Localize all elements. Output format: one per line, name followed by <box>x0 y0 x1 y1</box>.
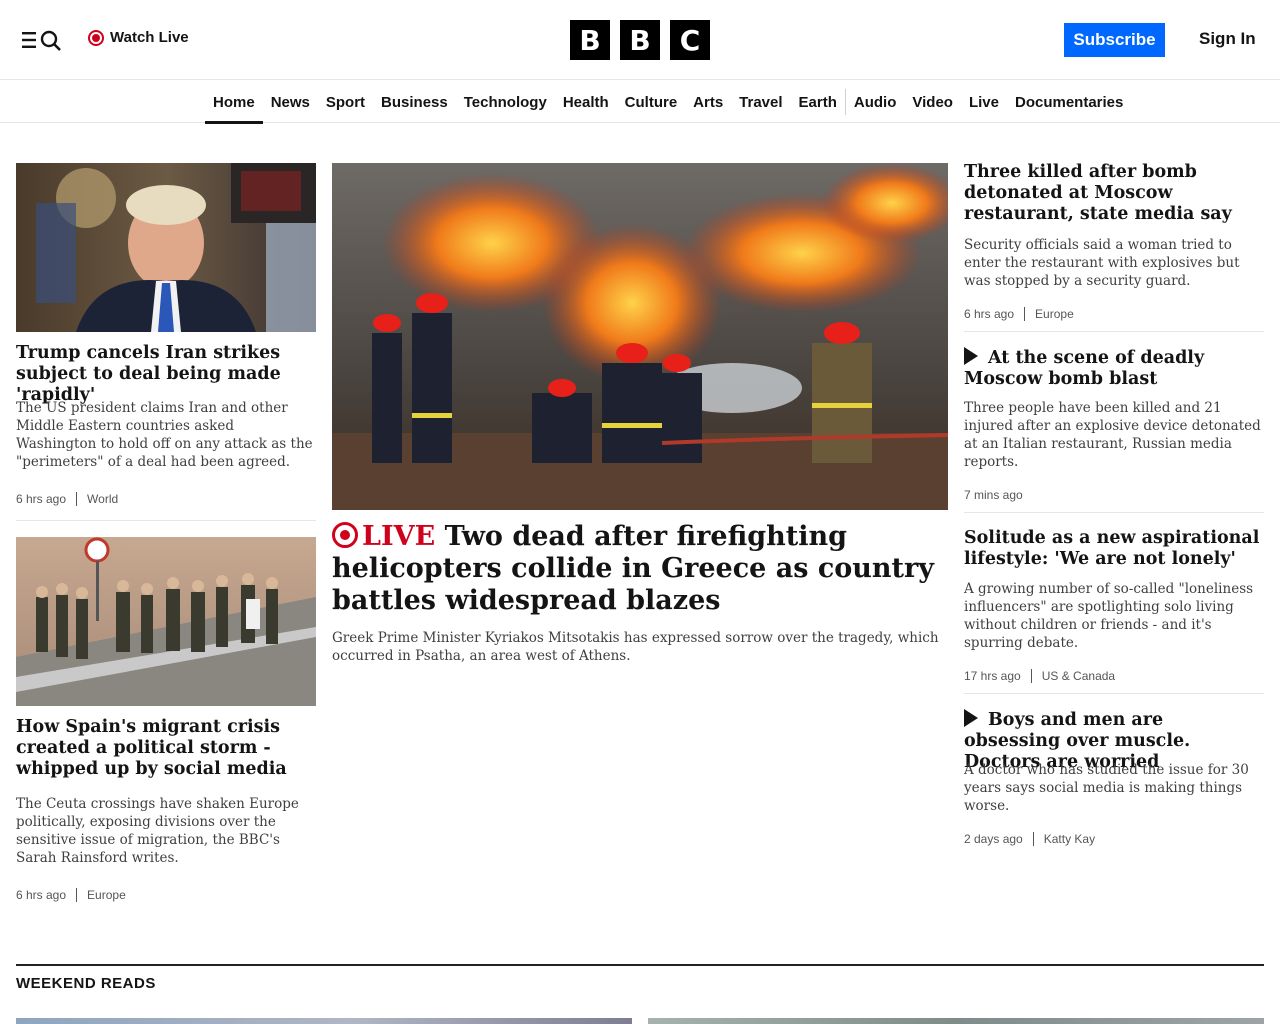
divider <box>964 693 1264 694</box>
story-time: 7 mins ago <box>964 488 1023 502</box>
menu-search-button[interactable] <box>22 28 64 52</box>
nav-item-live[interactable]: Live <box>961 81 1007 123</box>
story-meta: 2 days ago Katty Kay <box>964 832 1095 846</box>
nav-item-video[interactable]: Video <box>904 81 961 123</box>
nav-item-news[interactable]: News <box>263 81 318 123</box>
story-image-migrants[interactable] <box>16 537 316 706</box>
story-meta: 6 hrs ago Europe <box>16 888 126 902</box>
weekend-story-image[interactable] <box>648 1018 1264 1024</box>
watch-live-label: Watch Live <box>110 29 189 46</box>
story-meta: 6 hrs ago Europe <box>964 307 1074 321</box>
weekend-story-image[interactable] <box>16 1018 632 1024</box>
story-headline-text: At the scene of deadly Moscow bomb blast <box>964 348 1205 389</box>
logo-letter: C <box>670 20 710 60</box>
story-meta: 17 hrs ago US & Canada <box>964 669 1115 683</box>
story-section[interactable]: Europe <box>87 888 126 902</box>
divider <box>964 512 1264 513</box>
nav-list: Home News Sport Business Technology Heal… <box>205 81 1131 124</box>
story-summary: A doctor who has studied the issue for 3… <box>964 762 1249 814</box>
live-icon <box>88 29 104 46</box>
nav-item-culture[interactable]: Culture <box>617 81 686 123</box>
story-section[interactable]: Europe <box>1035 307 1074 321</box>
nav-item-technology[interactable]: Technology <box>456 81 555 123</box>
story-image-trump[interactable] <box>16 163 316 332</box>
story-summary: The US president claims Iran and other M… <box>16 400 313 470</box>
story-summary: The Ceuta crossings have shaken Europe p… <box>16 796 299 866</box>
bbc-logo[interactable]: B B C <box>570 20 710 60</box>
nav-item-documentaries[interactable]: Documentaries <box>1007 81 1131 123</box>
live-icon <box>332 522 358 548</box>
story-section[interactable]: World <box>87 492 118 506</box>
story-time: 17 hrs ago <box>964 669 1021 683</box>
story-summary: A growing number of so-called "lonelines… <box>964 581 1254 651</box>
section-title-weekend-reads[interactable]: WEEKEND READS <box>16 975 156 992</box>
main-story-headline[interactable]: LIVE Two dead after firefighting helicop… <box>332 521 948 617</box>
story-time: 6 hrs ago <box>16 888 67 902</box>
story-time: 6 hrs ago <box>16 492 67 506</box>
divider <box>16 520 316 521</box>
top-header: Watch Live B B C Subscribe Sign In <box>0 0 1280 80</box>
logo-letter: B <box>570 20 610 60</box>
sign-in-link[interactable]: Sign In <box>1199 29 1256 49</box>
nav-item-home[interactable]: Home <box>205 81 263 124</box>
live-label: LIVE <box>362 521 436 552</box>
nav-item-sport[interactable]: Sport <box>318 81 373 123</box>
main-story-summary: Greek Prime Minister Kyriakos Mitsotakis… <box>332 630 939 664</box>
logo-letter: B <box>620 20 660 60</box>
story-time: 6 hrs ago <box>964 307 1015 321</box>
main-story-image-wildfire[interactable] <box>332 163 948 510</box>
story-headline-video[interactable]: At the scene of deadly Moscow bomb blast <box>964 347 1264 390</box>
play-icon <box>964 709 978 727</box>
nav-item-business[interactable]: Business <box>373 81 456 123</box>
nav-item-audio[interactable]: Audio <box>846 81 905 123</box>
divider <box>964 331 1264 332</box>
play-icon <box>964 347 978 365</box>
story-time: 2 days ago <box>964 832 1023 846</box>
subscribe-button[interactable]: Subscribe <box>1064 23 1165 57</box>
nav-item-travel[interactable]: Travel <box>731 81 790 123</box>
section-rule <box>16 964 1264 966</box>
nav-item-earth[interactable]: Earth <box>791 81 845 123</box>
story-section[interactable]: US & Canada <box>1042 669 1115 683</box>
nav-item-arts[interactable]: Arts <box>685 81 731 123</box>
live-badge: LIVE <box>332 521 435 552</box>
nav-item-health[interactable]: Health <box>555 81 617 123</box>
story-headline[interactable]: Solitude as a new aspirational lifestyle… <box>964 528 1264 570</box>
story-headline[interactable]: Three killed after bomb detonated at Mos… <box>964 162 1264 225</box>
story-meta: 7 mins ago <box>964 488 1023 502</box>
search-icon <box>40 30 61 51</box>
story-headline[interactable]: How Spain's migrant crisis created a pol… <box>16 717 316 780</box>
story-headline[interactable]: Trump cancels Iran strikes subject to de… <box>16 343 316 406</box>
watch-live-link[interactable]: Watch Live <box>88 29 189 46</box>
story-summary: Three people have been killed and 21 inj… <box>964 400 1261 470</box>
story-meta: 6 hrs ago World <box>16 492 118 506</box>
story-author[interactable]: Katty Kay <box>1044 832 1095 846</box>
main-navigation: Home News Sport Business Technology Heal… <box>0 81 1280 124</box>
story-summary: Security officials said a woman tried to… <box>964 237 1240 289</box>
menu-icon <box>22 30 61 51</box>
